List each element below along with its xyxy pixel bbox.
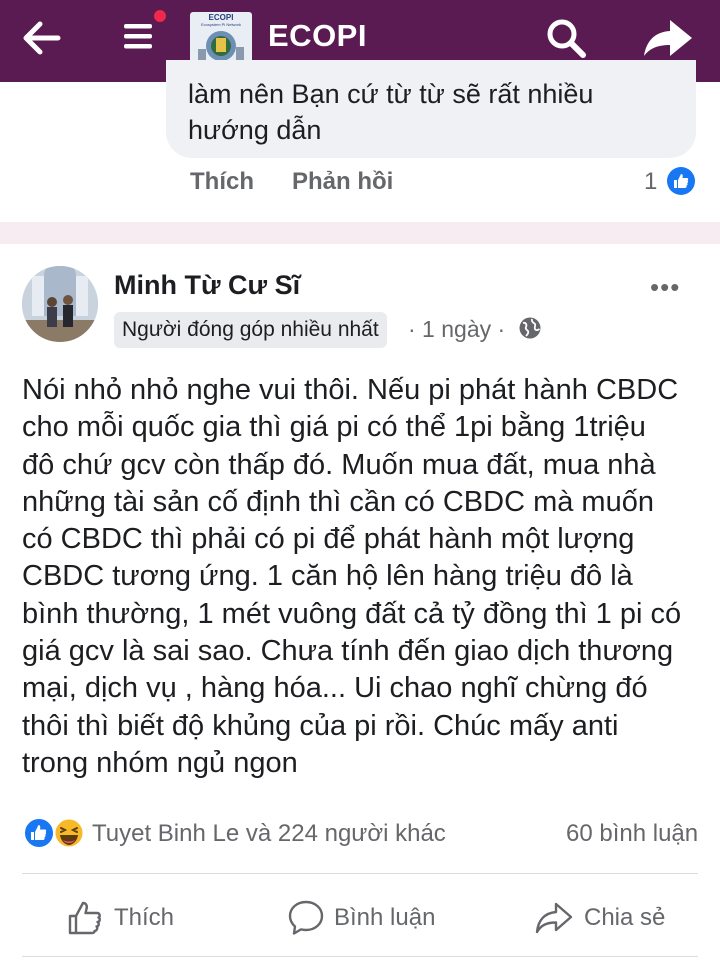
author-avatar[interactable]	[22, 266, 98, 342]
logo-text: ECOPI	[208, 13, 234, 22]
thumbs-up-icon	[68, 901, 101, 935]
post-line: những tài sản cố định thì cần có CBDC mà…	[22, 485, 654, 518]
comment-label: Bình luận	[334, 904, 436, 931]
comment-count[interactable]: 60 bình luận	[566, 820, 698, 848]
feed-separator	[0, 222, 720, 244]
reaction-icons[interactable]	[22, 816, 86, 850]
post-line: cho mỗi quốc gia thì giá pi có thể 1pi b…	[22, 411, 646, 444]
group-logo[interactable]: ECOPI Ecosystem Pi Network	[190, 12, 252, 64]
post-line: trong nhóm ngủ ngon	[22, 746, 298, 779]
comment-reaction-count[interactable]: 1	[644, 168, 657, 196]
top-contributor-badge[interactable]: Người đóng góp nhiều nhất	[114, 312, 387, 348]
divider	[22, 873, 698, 874]
comment-line: hướng dẫn	[188, 115, 322, 145]
comment-like-button[interactable]: Thích	[190, 168, 254, 196]
logo-emblem-icon	[198, 31, 244, 61]
search-icon[interactable]	[544, 16, 588, 60]
group-title: ECOPI	[268, 18, 367, 53]
post-time[interactable]: · 1 ngày ·	[408, 316, 505, 343]
share-button[interactable]: Chia sẻ	[534, 898, 684, 938]
post-line: thôi thì biết độ khủng của pi rồi. Chúc …	[22, 709, 619, 742]
post-author-name[interactable]: Minh Từ Cư Sĩ	[114, 270, 300, 301]
like-button[interactable]: Thích	[66, 898, 196, 938]
like-label: Thích	[114, 904, 175, 931]
comment-reply-button[interactable]: Phản hồi	[292, 168, 393, 196]
post-line: Nói nhỏ nhỏ nghe vui thôi. Nếu pi phát h…	[22, 374, 679, 406]
post-line: giá gcv là sai sao. Chưa tính đến giao d…	[22, 635, 674, 668]
post-body: Nói nhỏ nhỏ nghe vui thôi. Nếu pi phát h…	[22, 372, 712, 782]
comment-button[interactable]: Bình luận	[286, 898, 456, 938]
comment-bubble-icon	[288, 900, 324, 935]
share-icon	[535, 902, 573, 934]
notification-dot	[154, 10, 166, 22]
reaction-summary[interactable]: Tuyet Binh Le và 224 người khác	[92, 820, 446, 848]
post-line: CBDC tương ứng. 1 căn hộ lên hàng triệu …	[22, 560, 633, 593]
comment-line: làm nên Bạn cứ từ từ sẽ rất nhiều	[188, 79, 594, 109]
back-arrow-icon[interactable]	[18, 16, 66, 60]
more-options-icon[interactable]: •••	[650, 272, 680, 303]
comment-text: làm nên Bạn cứ từ từ sẽ rất nhiều hướng …	[188, 76, 688, 148]
divider	[22, 956, 698, 957]
share-arrow-icon[interactable]	[642, 16, 694, 60]
globe-icon	[518, 316, 542, 340]
share-label: Chia sẻ	[584, 904, 666, 931]
post-line: có CBDC thì phải có pi để phát hành một …	[22, 523, 635, 556]
logo-subtext: Ecosystem Pi Network	[200, 22, 241, 27]
post-line: đô chứ gcv còn thấp đó. Muốn mua đất, mu…	[22, 448, 656, 481]
comment-bubble: làm nên Bạn cứ từ từ sẽ rất nhiều hướng …	[166, 60, 696, 158]
like-reaction-icon	[666, 166, 696, 196]
post-line: mại, dịch vụ , hàng hóa... Ui chao nghĩ …	[22, 672, 648, 705]
post-line: bình thường, 1 mét vuông đất cả tỷ đồng …	[22, 597, 682, 630]
